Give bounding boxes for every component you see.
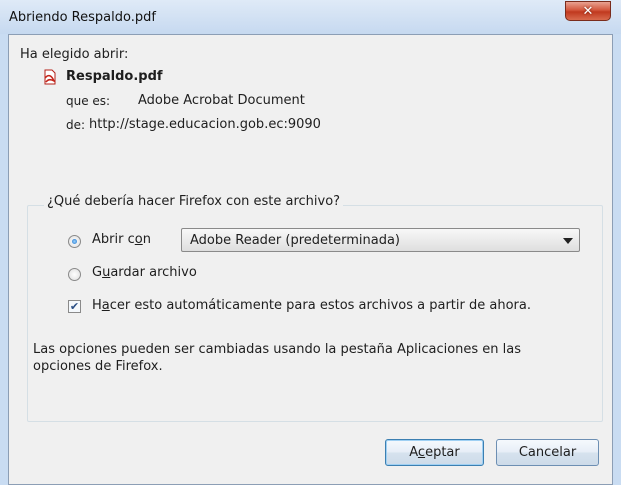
accept-button[interactable]: Aceptar: [385, 439, 484, 466]
file-source-value: http://stage.educacion.gob.ec:9090: [89, 117, 321, 132]
close-button[interactable]: ✕: [565, 1, 611, 21]
auto-action-label[interactable]: Hacer esto automáticamente para estos ar…: [92, 298, 531, 313]
action-group-legend: ¿Qué debería hacer Firefox con este arch…: [44, 194, 344, 209]
file-type-label: que es:: [66, 94, 111, 108]
title-bar[interactable]: Abriendo Respaldo.pdf ✕: [0, 0, 621, 34]
save-file-radio[interactable]: [68, 268, 81, 281]
file-source-label: de:: [66, 118, 86, 132]
auto-action-checkbox[interactable]: ✔: [68, 300, 81, 313]
file-name: Respaldo.pdf: [66, 69, 163, 84]
options-note-line1: Las opciones pueden ser cambiadas usando…: [33, 342, 522, 357]
chevron-down-icon: [563, 238, 573, 244]
pdf-icon: [44, 69, 56, 85]
open-with-radio[interactable]: [68, 235, 81, 248]
close-icon: ✕: [582, 3, 594, 19]
dialog-window: Abriendo Respaldo.pdf ✕ Ha elegido abrir…: [0, 0, 621, 485]
file-type-value: Adobe Acrobat Document: [138, 93, 305, 108]
application-select-value: Adobe Reader (predeterminada): [190, 233, 401, 248]
application-select[interactable]: Adobe Reader (predeterminada): [181, 228, 580, 252]
cancel-button[interactable]: Cancelar: [496, 439, 599, 466]
options-note-line2: opciones de Firefox.: [33, 359, 163, 374]
save-file-label[interactable]: Guardar archivo: [92, 265, 197, 280]
open-with-label[interactable]: Abrir con: [92, 232, 151, 247]
intro-label: Ha elegido abrir:: [20, 47, 129, 62]
window-title: Abriendo Respaldo.pdf: [9, 10, 156, 25]
